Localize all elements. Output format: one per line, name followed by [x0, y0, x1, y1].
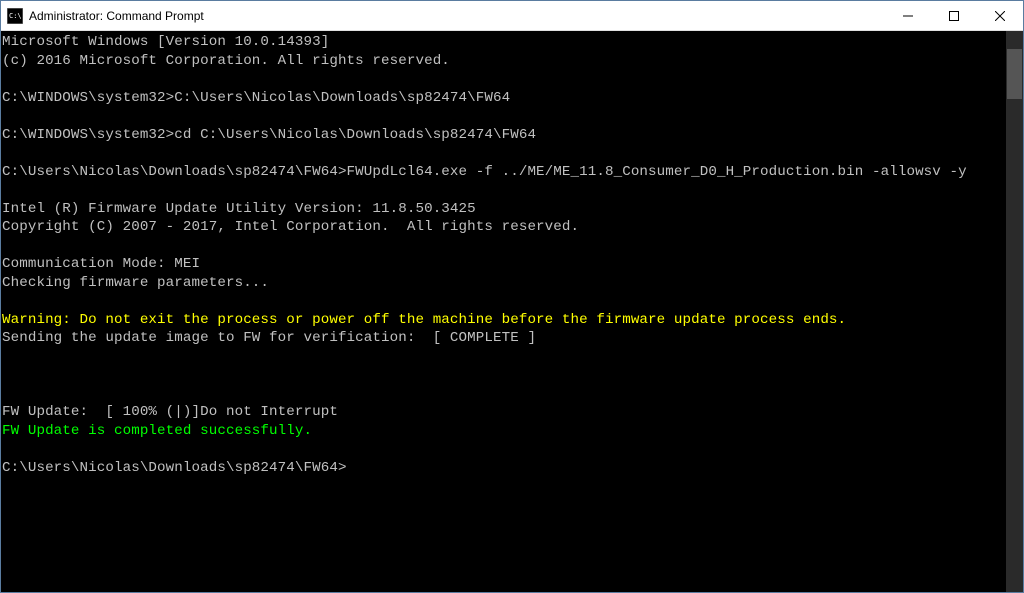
scrollbar[interactable] [1006, 31, 1023, 592]
titlebar-buttons [885, 1, 1023, 30]
scrollbar-thumb[interactable] [1007, 49, 1022, 99]
terminal-line [2, 237, 1005, 256]
command-prompt-window: C:\ Administrator: Command Prompt Micros… [0, 0, 1024, 593]
terminal-line: C:\Users\Nicolas\Downloads\sp82474\FW64> [2, 459, 1005, 478]
terminal-line [2, 440, 1005, 459]
terminal-line [2, 385, 1005, 404]
terminal-line: C:\WINDOWS\system32>C:\Users\Nicolas\Dow… [2, 89, 1005, 108]
terminal-line [2, 348, 1005, 367]
terminal-line: (c) 2016 Microsoft Corporation. All righ… [2, 52, 1005, 71]
terminal-line: Sending the update image to FW for verif… [2, 329, 1005, 348]
close-button[interactable] [977, 1, 1023, 30]
terminal-line: Warning: Do not exit the process or powe… [2, 311, 1005, 330]
terminal-area: Microsoft Windows [Version 10.0.14393](c… [1, 31, 1023, 592]
terminal-content[interactable]: Microsoft Windows [Version 10.0.14393](c… [1, 31, 1006, 592]
terminal-line: Communication Mode: MEI [2, 255, 1005, 274]
terminal-line: Intel (R) Firmware Update Utility Versio… [2, 200, 1005, 219]
terminal-line: Checking firmware parameters... [2, 274, 1005, 293]
terminal-line [2, 366, 1005, 385]
terminal-line: FW Update: [ 100% (|)]Do not Interrupt [2, 403, 1005, 422]
terminal-line: Microsoft Windows [Version 10.0.14393] [2, 33, 1005, 52]
terminal-line [2, 107, 1005, 126]
minimize-button[interactable] [885, 1, 931, 30]
terminal-line [2, 70, 1005, 89]
window-title: Administrator: Command Prompt [29, 9, 885, 23]
svg-text:C:\: C:\ [9, 12, 22, 20]
terminal-line: C:\WINDOWS\system32>cd C:\Users\Nicolas\… [2, 126, 1005, 145]
terminal-line: C:\Users\Nicolas\Downloads\sp82474\FW64>… [2, 163, 1005, 182]
terminal-line [2, 292, 1005, 311]
terminal-line: FW Update is completed successfully. [2, 422, 1005, 441]
terminal-line [2, 144, 1005, 163]
cmd-icon: C:\ [7, 8, 23, 24]
maximize-button[interactable] [931, 1, 977, 30]
titlebar[interactable]: C:\ Administrator: Command Prompt [1, 1, 1023, 31]
terminal-line [2, 181, 1005, 200]
terminal-line: Copyright (C) 2007 - 2017, Intel Corpora… [2, 218, 1005, 237]
